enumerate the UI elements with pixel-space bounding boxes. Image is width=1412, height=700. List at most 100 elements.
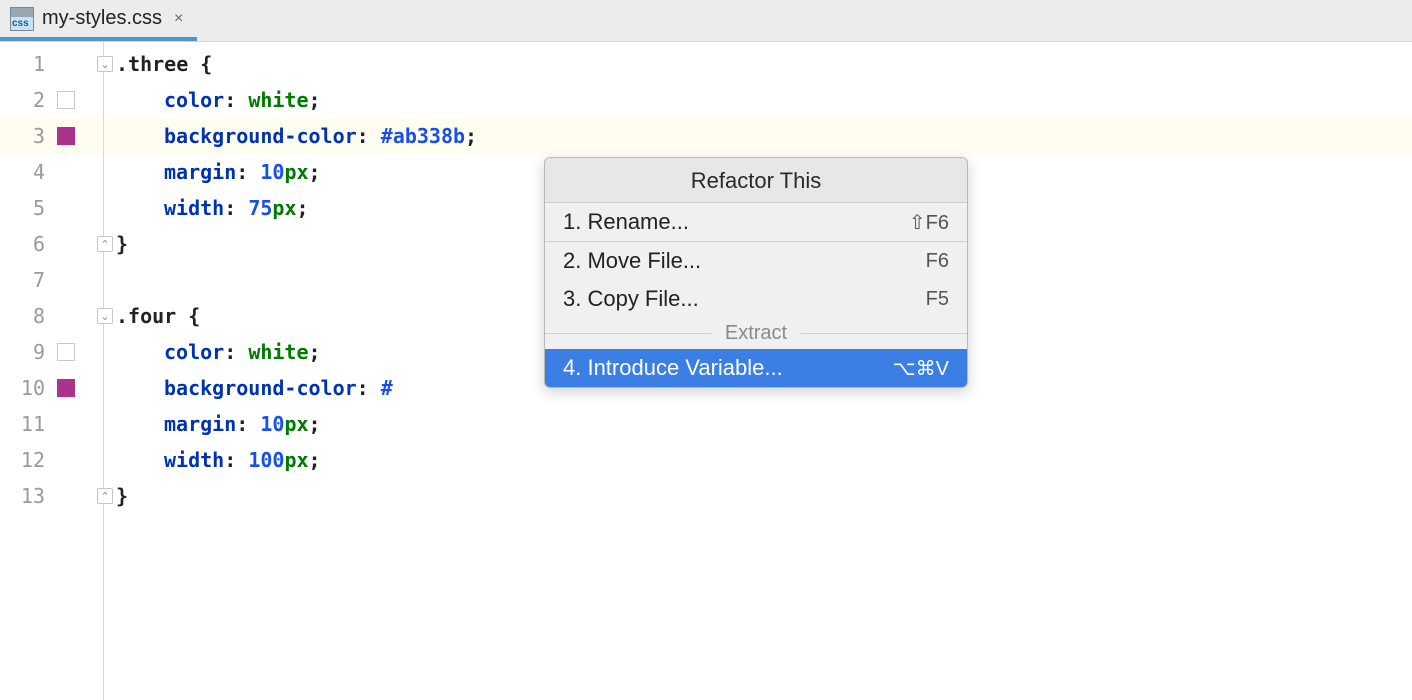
value: white [248,88,308,112]
editor-tabbar: my-styles.css × [0,0,1412,42]
color-swatch-icon[interactable] [57,91,75,109]
gutter-line: 8 ⌄ [0,298,103,334]
gutter-line: 6 ⌃ [0,226,103,262]
colon: : [236,412,248,436]
line-number: 3 [33,124,45,148]
property: margin [164,412,236,436]
value: white [248,340,308,364]
space [236,88,248,112]
semicolon: ; [297,196,309,220]
color-swatch-icon[interactable] [57,127,75,145]
value: #ab338b [381,124,465,148]
gutter: 1 ⌄ 2 3 4 5 6 ⌃ 7 8 ⌄ 9 10 11 12 [0,42,104,700]
semicolon: ; [309,160,321,184]
code-area[interactable]: .three { color: white; background-color:… [104,42,1412,700]
gutter-line: 9 [0,334,103,370]
color-swatch-icon[interactable] [57,343,75,361]
menu-item-label: 4. Introduce Variable... [563,355,783,381]
semicolon: ; [309,88,321,112]
line-number: 1 [33,52,45,76]
unit: px [284,448,308,472]
number: 75 [248,196,272,220]
gutter-line: 10 [0,370,103,406]
semicolon: ; [309,448,321,472]
colon: : [236,160,248,184]
menu-item-move-file[interactable]: 2. Move File... F6 [545,242,967,280]
line-number: 8 [33,304,45,328]
line-number: 9 [33,340,45,364]
gutter-line: 5 [0,190,103,226]
file-tab[interactable]: my-styles.css × [0,0,197,41]
brace: } [116,232,128,256]
menu-item-rename[interactable]: 1. Rename... ⇧F6 [545,203,967,241]
line-number: 5 [33,196,45,220]
line-number: 10 [21,376,45,400]
property: color [164,340,224,364]
line-number: 4 [33,160,45,184]
code-line: color: white; [104,82,1412,118]
menu-item-introduce-variable[interactable]: 4. Introduce Variable... ⌥⌘V [545,349,967,387]
space [236,340,248,364]
menu-shortcut: ⌥⌘V [893,356,949,381]
code-line: margin: 10px; [104,406,1412,442]
selector: .four [116,304,176,328]
space [248,160,260,184]
space [248,412,260,436]
space [369,124,381,148]
property: width [164,448,224,472]
menu-item-label: 2. Move File... [563,248,701,274]
menu-section-label: Extract [721,322,791,345]
unit: px [284,412,308,436]
line-number: 11 [21,412,45,436]
gutter-line: 1 ⌄ [0,46,103,82]
gutter-line: 4 [0,154,103,190]
line-number: 6 [33,232,45,256]
colon: : [224,340,236,364]
space [369,376,381,400]
menu-shortcut: F5 [926,288,949,311]
number: 10 [260,412,284,436]
menu-item-copy-file[interactable]: 3. Copy File... F5 [545,280,967,318]
close-icon[interactable]: × [170,10,187,28]
space [236,196,248,220]
code-line: } [104,478,1412,514]
menu-shortcut: ⇧F6 [909,210,949,235]
number: 10 [260,160,284,184]
colon: : [224,448,236,472]
colon: : [224,196,236,220]
number: 100 [248,448,284,472]
value: # [381,376,393,400]
code-line: width: 100px; [104,442,1412,478]
unit: px [284,160,308,184]
property: color [164,88,224,112]
css-file-icon [10,7,34,31]
code-editor: 1 ⌄ 2 3 4 5 6 ⌃ 7 8 ⌄ 9 10 11 12 [0,42,1412,700]
menu-section-extract: Extract [545,318,967,349]
colon: : [357,376,369,400]
colon: : [224,88,236,112]
menu-item-label: 3. Copy File... [563,286,699,312]
menu-shortcut: F6 [926,250,949,273]
refactor-menu: Refactor This 1. Rename... ⇧F6 2. Move F… [544,157,968,388]
menu-title: Refactor This [545,158,967,202]
line-number: 13 [21,484,45,508]
property: background-color [164,124,357,148]
color-swatch-icon[interactable] [57,379,75,397]
code-line-highlighted: background-color: #ab338b; [104,118,1412,154]
gutter-line: 11 [0,406,103,442]
tab-filename: my-styles.css [42,7,162,30]
gutter-line: 13 ⌃ [0,478,103,514]
brace: } [116,484,128,508]
gutter-line: 7 [0,262,103,298]
code-line: .three { [104,46,1412,82]
line-number: 12 [21,448,45,472]
gutter-line: 3 [0,118,103,154]
selector: .three [116,52,188,76]
space [236,448,248,472]
property: margin [164,160,236,184]
semicolon: ; [465,124,477,148]
unit: px [272,196,296,220]
line-number: 2 [33,88,45,112]
semicolon: ; [309,340,321,364]
gutter-line: 2 [0,82,103,118]
